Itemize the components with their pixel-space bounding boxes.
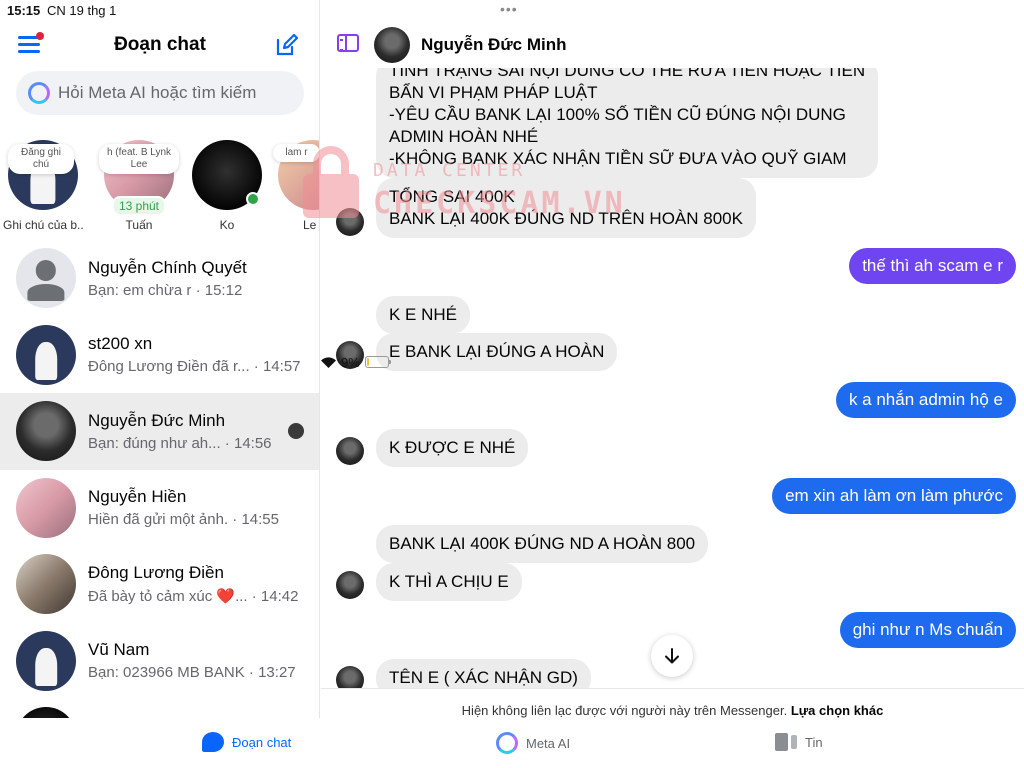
conversation-sidebar: Đoạn chat Hỏi Meta AI hoặc tìm kiếm Đăng… xyxy=(0,0,320,718)
conversation-item[interactable]: Nguyễn Hiền Hiền đã gửi một ảnh. · 14:55 xyxy=(0,470,319,547)
story-label: Ghi chú của b... xyxy=(3,218,83,232)
avatar xyxy=(16,477,76,538)
conversation-item[interactable]: Vũ Nam Bạn: 023966 MB BANK · 13:27 xyxy=(0,623,319,700)
story-note: lam r xyxy=(273,144,319,162)
conversation-list: Nguyễn Chính Quyết Bạn: em chừa r · 15:1… xyxy=(0,240,319,718)
active-time-badge: 13 phút xyxy=(111,196,167,216)
conversation-item[interactable]: Đông Lương Điền Đã bày tỏ cảm xúc ❤️... … xyxy=(0,546,319,623)
sidebar-header: Đoạn chat xyxy=(0,30,319,62)
conversation-preview: Bạn: 023966 MB BANK · 13:27 xyxy=(88,664,296,682)
tab-label: Đoạn chat xyxy=(232,734,292,750)
story-label: Ko xyxy=(219,218,235,232)
conversation-item-active[interactable]: Nguyễn Đức Minh Bạn: đúng như ah... · 14… xyxy=(0,393,319,470)
chat-bubble-icon xyxy=(202,732,224,752)
conversation-name: Nguyễn Đức Minh xyxy=(88,410,226,430)
seen-avatar-icon xyxy=(288,423,304,439)
conversation-preview: Đã bày tỏ cảm xúc ❤️... · 14:42 xyxy=(88,588,299,606)
conversation-preview: Bạn: em chừa r · 15:12 xyxy=(88,281,243,299)
tab-label: Meta AI xyxy=(526,735,571,751)
conversation-name: Đông Lương Điền xyxy=(88,563,224,583)
story-item-tuan[interactable]: h (feat. B Lynk Lee 13 phút Tuấn xyxy=(99,140,179,232)
story-label: Tuấn xyxy=(125,218,153,232)
status-bar: 15:15 CN 19 thg 1 ••• 9% xyxy=(0,0,1024,370)
battery-icon xyxy=(364,356,391,368)
avatar xyxy=(16,707,76,718)
story-note: h (feat. B Lynk Lee xyxy=(99,144,179,174)
conversation-item[interactable]: st200 xn Đông Lương Điền đã r... · 14:57 xyxy=(0,317,319,394)
bottom-tab-bar: Đoạn chat Meta AI Tin xyxy=(0,718,1024,768)
status-date: CN 19 thg 1 xyxy=(47,3,117,18)
story-note: Đăng ghi chú xyxy=(8,144,74,174)
conversation-name: Nguyễn Chính Quyết xyxy=(88,257,247,277)
tab-meta-ai[interactable]: Meta AI xyxy=(496,732,570,754)
avatar xyxy=(16,324,76,385)
conversation-name: st200 xn xyxy=(88,334,153,354)
tab-label: Tin xyxy=(805,734,823,750)
conversation-name: Nguyễn Hiền xyxy=(88,487,187,507)
compose-icon[interactable] xyxy=(274,33,299,58)
battery-percent: 9% xyxy=(341,354,360,370)
story-item-le[interactable]: lam r Le xyxy=(273,140,319,232)
avatar xyxy=(16,630,76,691)
meta-ai-icon xyxy=(496,732,518,754)
conversation-item[interactable]: Nguyễn Chính Quyết Bạn: em chừa r · 15:1… xyxy=(0,240,319,317)
story-label: Le xyxy=(303,218,317,232)
conversation-preview: Đông Lương Điền đã r... · 14:57 xyxy=(88,358,301,376)
story-item-ko[interactable]: Ko xyxy=(187,140,267,232)
page-title: Đoạn chat xyxy=(114,34,206,55)
avatar xyxy=(192,140,262,210)
wifi-icon xyxy=(321,356,336,368)
avatar xyxy=(16,554,76,615)
avatar xyxy=(16,401,76,462)
tab-chats[interactable]: Đoạn chat xyxy=(202,732,291,752)
conversation-name: Vũ Nam xyxy=(88,640,150,660)
status-time: 15:15 xyxy=(7,3,41,18)
meta-ai-icon xyxy=(28,82,50,104)
search-placeholder: Hỏi Meta AI hoặc tìm kiếm xyxy=(58,83,257,102)
search-input[interactable]: Hỏi Meta AI hoặc tìm kiếm xyxy=(16,71,304,115)
conversation-preview: Hiền đã gửi một ảnh. · 14:55 xyxy=(88,511,279,529)
avatar xyxy=(16,248,76,309)
stories-row: Đăng ghi chú Ghi chú của b... h (feat. B… xyxy=(0,122,319,242)
story-item-own-note[interactable]: Đăng ghi chú Ghi chú của b... xyxy=(3,140,83,232)
stories-icon xyxy=(775,732,797,752)
conversation-item[interactable] xyxy=(0,699,319,718)
conversation-preview: Bạn: đúng như ah... · 14:56 xyxy=(88,434,272,452)
online-status-dot xyxy=(246,192,260,206)
tab-stories[interactable]: Tin xyxy=(775,732,823,752)
